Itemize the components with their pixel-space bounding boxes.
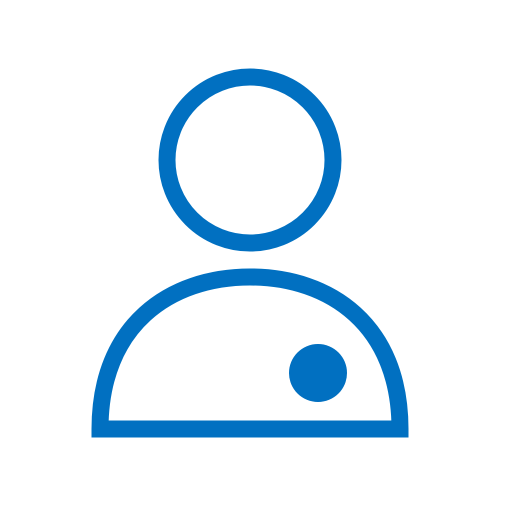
body-dome-icon xyxy=(91,268,409,438)
head-circle-icon xyxy=(158,68,342,252)
status-dot-icon xyxy=(289,344,347,402)
icon-canvas xyxy=(0,0,512,512)
user-icon xyxy=(91,68,409,438)
